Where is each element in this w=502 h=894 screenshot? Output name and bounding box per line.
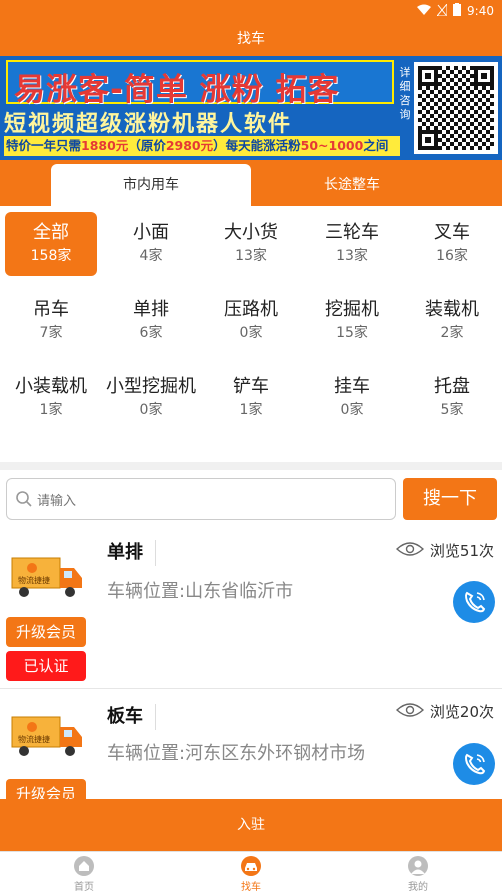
search-box — [6, 478, 396, 520]
user-icon — [408, 856, 428, 876]
banner-subline: 短视频超级涨粉机器人软件 — [4, 112, 293, 137]
category-item[interactable]: 三轮车 13家 — [306, 220, 398, 266]
bottom-nav: 首页 找车 我的 — [0, 851, 502, 894]
category-all[interactable]: 全部 158家 — [5, 212, 97, 276]
banner-headline-box: 易涨客-简单 涨粉 拓客 — [6, 60, 394, 108]
tab-long-distance[interactable]: 长途整车 — [252, 164, 452, 206]
banner-price-line: 特价一年只需1880元（原价2980元）每天能涨活粉50~1000之间 — [4, 136, 400, 156]
banner-side-text: 详细咨询 — [399, 66, 411, 121]
status-bar: 9:40 — [0, 0, 502, 22]
svg-text:物流捷捷: 物流捷捷 — [18, 734, 50, 744]
listing-title: 单排 — [107, 540, 156, 566]
phone-call-button[interactable] — [453, 581, 495, 623]
qr-code — [414, 62, 498, 154]
category-item[interactable]: 大小货 13家 — [205, 220, 297, 266]
category-item[interactable]: 单排 6家 — [105, 297, 197, 343]
category-item[interactable]: 托盘 5家 — [406, 374, 498, 420]
battery-icon — [453, 3, 462, 19]
upgrade-member-button[interactable]: 升级会员 — [6, 779, 86, 799]
svg-text:物流捷捷: 物流捷捷 — [18, 575, 50, 585]
category-item[interactable]: 叉车 16家 — [406, 220, 498, 266]
status-time: 9:40 — [467, 4, 494, 18]
listing-title: 板车 — [107, 704, 156, 730]
home-icon — [74, 856, 94, 876]
listing-location: 车辆位置:河东区东外环钢材市场 — [107, 743, 366, 764]
join-button[interactable]: 入驻 — [0, 799, 502, 851]
category-item[interactable]: 装载机 2家 — [406, 297, 498, 343]
category-item[interactable]: 小装载机 1家 — [5, 374, 97, 420]
truck-icon: 物流捷捷 — [10, 554, 84, 600]
search-icon — [15, 490, 33, 512]
eye-icon — [395, 702, 424, 722]
search-button[interactable]: 搜一下 — [403, 478, 497, 520]
category-item[interactable]: 小型挖掘机 0家 — [102, 374, 200, 420]
view-count: 浏览20次 — [395, 701, 494, 722]
category-item[interactable]: 小面 4家 — [105, 220, 197, 266]
phone-call-button[interactable] — [453, 743, 495, 785]
listing-card[interactable]: 物流捷捷 板车 浏览20次 车辆位置:河东区东外环钢材市场 升级会员 — [0, 689, 502, 799]
eye-icon — [395, 541, 424, 561]
listing-card[interactable]: 物流捷捷 单排 浏览51次 车辆位置:山东省临沂市 升级会员 已认证 — [0, 528, 502, 688]
page-title: 找车 — [0, 22, 502, 56]
nav-mine[interactable]: 我的 — [368, 856, 468, 893]
banner-headline: 易涨客-简单 涨粉 拓客 — [14, 72, 340, 108]
category-item[interactable]: 挂车 0家 — [306, 374, 398, 420]
category-item[interactable]: 挖掘机 15家 — [306, 297, 398, 343]
tab-bar: 市内用车 长途整车 — [0, 160, 502, 206]
category-item[interactable]: 吊车 7家 — [5, 297, 97, 343]
nav-find-car[interactable]: 找车 — [201, 856, 301, 893]
category-item[interactable]: 压路机 0家 — [205, 297, 297, 343]
phone-icon — [465, 591, 486, 613]
truck-icon: 物流捷捷 — [10, 713, 84, 759]
category-item[interactable]: 铲车 1家 — [205, 374, 297, 420]
ad-banner[interactable]: 易涨客-简单 涨粉 拓客 短视频超级涨粉机器人软件 特价一年只需1880元（原价… — [0, 56, 502, 160]
verified-badge: 已认证 — [6, 651, 86, 681]
search-input[interactable] — [37, 487, 387, 513]
signal-off-icon — [435, 2, 448, 19]
car-icon — [241, 856, 261, 876]
tab-city[interactable]: 市内用车 — [51, 164, 251, 206]
section-divider — [0, 462, 502, 470]
wifi-icon — [417, 4, 432, 19]
upgrade-member-button[interactable]: 升级会员 — [6, 617, 86, 647]
category-grid: 全部 158家 小面 4家 大小货 13家 三轮车 13家 叉车 16家 吊车 7家 单排 6… — [0, 206, 502, 462]
nav-home[interactable]: 首页 — [34, 856, 134, 893]
phone-icon — [465, 753, 486, 775]
view-count: 浏览51次 — [395, 540, 494, 561]
listing-location: 车辆位置:山东省临沂市 — [107, 581, 294, 602]
